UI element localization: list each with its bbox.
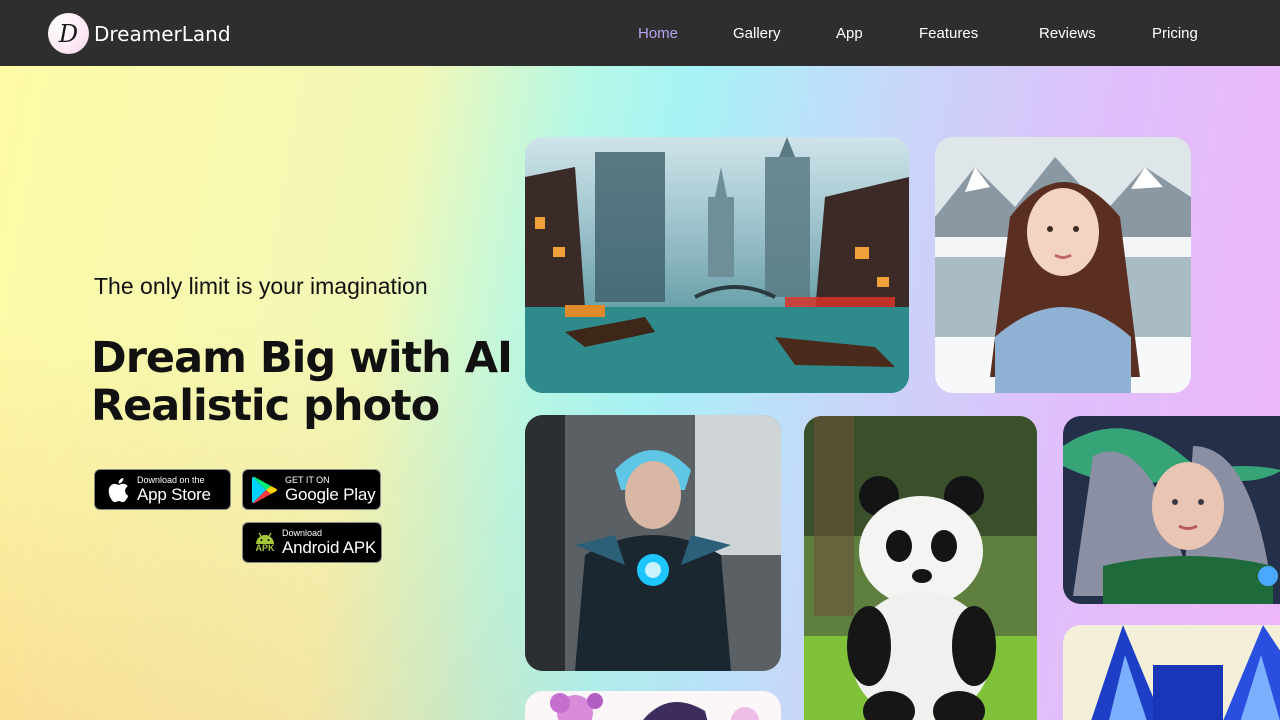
android-icon: APK <box>252 532 278 553</box>
app-store-label: App Store <box>137 485 211 504</box>
logo-letter: D <box>58 19 79 48</box>
apple-icon <box>105 477 131 503</box>
nav-reviews[interactable]: Reviews <box>1039 24 1096 44</box>
navbar: D DreamerLand Home Gallery App Features … <box>0 0 1280 66</box>
nav-app[interactable]: App <box>836 24 863 44</box>
headline-line-1: Dream Big with AI For <box>91 334 531 383</box>
gallery-image-woman-snow[interactable] <box>935 137 1191 393</box>
google-play-small-label: GET IT ON <box>285 475 330 485</box>
nav-home[interactable]: Home <box>638 24 678 44</box>
nav-features[interactable]: Features <box>919 24 978 44</box>
hero-headline: Dream Big with AI For Realistic photo <box>91 334 531 438</box>
android-apk-button[interactable]: APK Download Android APK <box>242 522 382 563</box>
google-play-label: Google Play <box>285 485 376 504</box>
nav-gallery[interactable]: Gallery <box>733 24 781 44</box>
hero-tagline: The only limit is your imagination <box>94 273 428 299</box>
app-store-small-label: Download on the <box>137 475 205 485</box>
google-play-text: GET IT ON Google Play <box>285 475 376 504</box>
apk-small-label: Download <box>282 528 323 538</box>
logo[interactable]: D <box>48 13 89 54</box>
google-play-button[interactable]: GET IT ON Google Play <box>242 469 381 510</box>
gallery-image-anime-girl[interactable] <box>525 691 781 720</box>
gallery-image-sorceress[interactable] <box>1063 416 1280 604</box>
gallery-image-fantasy-city[interactable] <box>525 137 909 393</box>
google-play-icon <box>251 476 279 504</box>
nav-pricing[interactable]: Pricing <box>1152 24 1198 44</box>
gallery-image-warrior[interactable] <box>525 415 781 671</box>
gallery-image-wolf[interactable] <box>1063 625 1280 720</box>
apk-badge: APK <box>255 543 275 553</box>
headline-line-2: Realistic photo <box>91 381 440 431</box>
apk-label: Android APK <box>282 538 377 557</box>
apk-text: Download Android APK <box>282 528 376 557</box>
gallery-image-panda[interactable] <box>804 416 1037 720</box>
hero-section: The only limit is your imagination Dream… <box>0 66 1280 720</box>
app-store-button[interactable]: Download on the App Store <box>94 469 231 510</box>
app-store-text: Download on the App Store <box>137 475 211 504</box>
brand-name[interactable]: DreamerLand <box>94 21 231 47</box>
